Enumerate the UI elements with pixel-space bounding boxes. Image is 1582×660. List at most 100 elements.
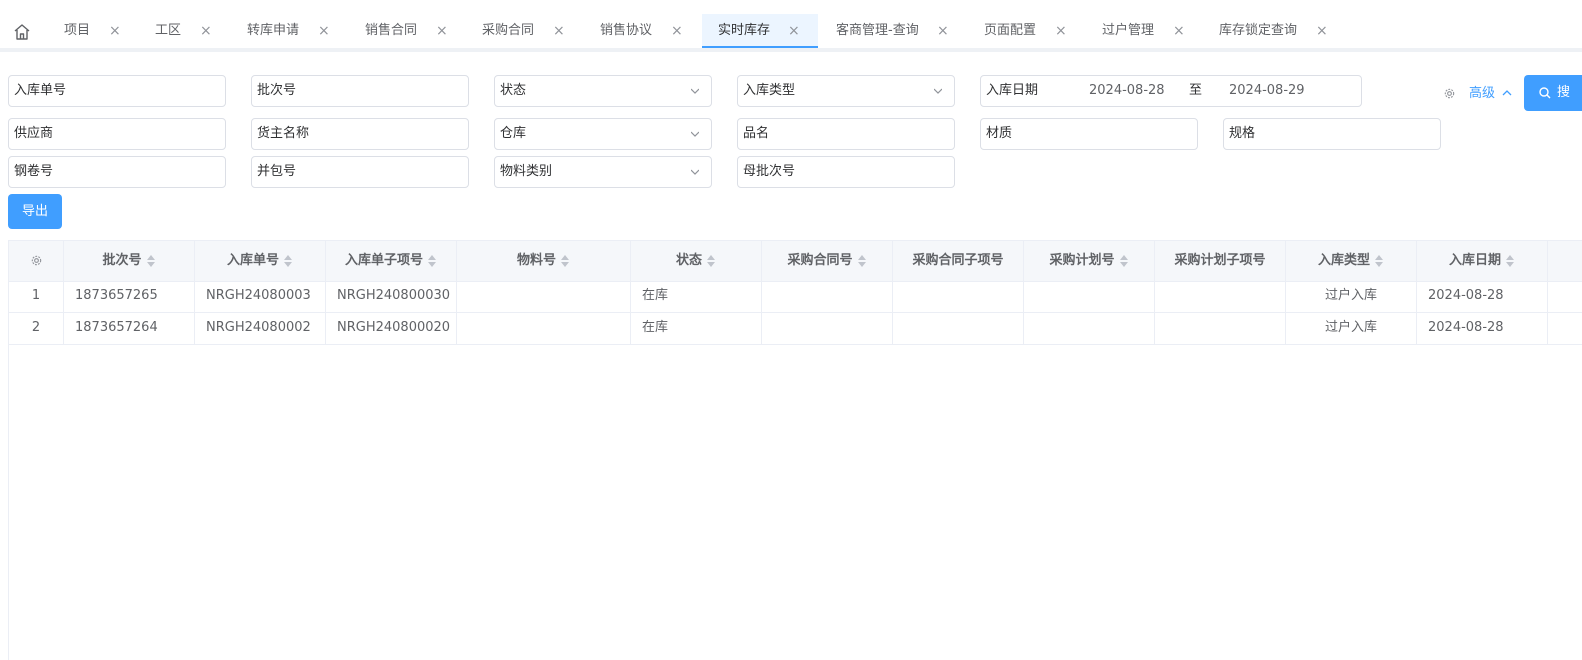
column-header-purchase-plan-no[interactable]: 采购计划号 [1024, 241, 1155, 281]
tab-page-config[interactable]: 页面配置 × [984, 14, 1067, 48]
column-header-purchase-contract-item[interactable]: 采购合同子项号 [893, 241, 1024, 281]
column-header-inbound-date[interactable]: 入库日期 [1417, 241, 1548, 281]
export-button[interactable]: 导出 [8, 194, 62, 229]
tab-bar: 项目 × 工区 × 转库申请 × 销售合同 × 采购合同 × 销售协议 × 实时库存 × 客商… [0, 14, 1582, 52]
cell-purchase-contract-item [893, 280, 1024, 312]
inbound-date-range[interactable]: 入库日期 2024-08-28 至 2024-08-29 [980, 75, 1362, 107]
owner-name-input[interactable]: 货主名称 [251, 118, 469, 150]
sort-icon[interactable] [560, 253, 570, 269]
inventory-table: 批次号 入库单号 入库单子项号 物料号 状态 采购合同号 采购合同子项号 采购计… [8, 240, 1582, 660]
batch-no-input[interactable]: 批次号 [251, 75, 469, 107]
parent-batch-no-placeholder: 母批次号 [743, 164, 796, 179]
close-icon[interactable]: × [200, 14, 212, 48]
close-icon[interactable]: × [1055, 14, 1067, 48]
inbound-no-placeholder: 入库单号 [14, 83, 67, 98]
cell-inbound-item: NRGH240800030 [326, 280, 457, 312]
column-header-purchase-contract-no[interactable]: 采购合同号 [762, 241, 893, 281]
table-row[interactable]: 1 1873657265 NRGH24080003 NRGH240800030 … [9, 280, 1582, 313]
column-header-inbound-type[interactable]: 入库类型 [1286, 241, 1417, 281]
close-icon[interactable]: × [937, 14, 949, 48]
cell-status: 在库 [631, 280, 762, 312]
supplier-placeholder: 供应商 [14, 126, 54, 141]
spec-input[interactable]: 规格 [1223, 118, 1441, 150]
column-label: 状态 [675, 253, 702, 268]
inbound-no-input[interactable]: 入库单号 [8, 75, 226, 107]
search-label: 搜 [1557, 85, 1571, 100]
home-icon[interactable] [13, 23, 31, 41]
product-name-input[interactable]: 品名 [737, 118, 955, 150]
sort-icon[interactable] [146, 253, 156, 269]
close-icon[interactable]: × [788, 14, 800, 48]
tab-label: 项目 [64, 23, 91, 38]
close-icon[interactable]: × [553, 14, 565, 48]
close-icon[interactable]: × [436, 14, 448, 48]
warehouse-select[interactable]: 仓库 [494, 118, 712, 150]
cell-inbound-no: NRGH24080002 [195, 312, 326, 344]
date-from-input[interactable]: 2024-08-28 [1089, 76, 1165, 106]
column-label: 批次号 [102, 253, 142, 268]
column-header-batch-no[interactable]: 批次号 [64, 241, 195, 281]
tab-customer-query[interactable]: 客商管理-查询 × [836, 14, 949, 48]
column-label: 采购合同子项号 [912, 253, 1004, 268]
sort-icon[interactable] [706, 253, 716, 269]
tab-inventory-lock-query[interactable]: 库存锁定查询 × [1219, 14, 1328, 48]
tab-label: 库存锁定查询 [1219, 23, 1298, 38]
tab-label: 页面配置 [984, 23, 1037, 38]
cell-purchase-plan-no [1024, 280, 1155, 312]
sort-icon[interactable] [1119, 253, 1129, 269]
chevron-up-icon [1502, 90, 1512, 96]
cell-purchase-contract-no [762, 280, 893, 312]
date-to-input[interactable]: 2024-08-29 [1229, 76, 1305, 106]
tab-transfer-management[interactable]: 过户管理 × [1102, 14, 1185, 48]
bundle-no-input[interactable]: 并包号 [251, 156, 469, 188]
advanced-toggle[interactable]: 高级 [1469, 85, 1512, 103]
row-index: 2 [9, 312, 64, 344]
column-header-material-no[interactable]: 物料号 [457, 241, 631, 281]
sort-icon[interactable] [1374, 253, 1384, 269]
sort-icon[interactable] [857, 253, 867, 269]
sort-icon[interactable] [427, 253, 437, 269]
tab-work-area[interactable]: 工区 × [155, 14, 212, 48]
column-header-status[interactable]: 状态 [631, 241, 762, 281]
close-icon[interactable]: × [1173, 14, 1185, 48]
tab-project[interactable]: 项目 × [64, 14, 121, 48]
top-strip [0, 0, 1582, 15]
owner-name-placeholder: 货主名称 [257, 126, 310, 141]
tab-realtime-inventory[interactable]: 实时库存 × [702, 14, 818, 48]
table-row[interactable]: 2 1873657264 NRGH24080002 NRGH240800020 … [9, 312, 1582, 345]
batch-no-placeholder: 批次号 [257, 83, 297, 98]
tab-label: 过户管理 [1102, 23, 1155, 38]
coil-no-input[interactable]: 钢卷号 [8, 156, 226, 188]
tab-label: 采购合同 [482, 23, 535, 38]
column-label: 采购计划子项号 [1174, 253, 1266, 268]
column-header-inbound-no[interactable]: 入库单号 [195, 241, 326, 281]
gear-icon[interactable] [30, 254, 43, 267]
tab-purchase-contract[interactable]: 采购合同 × [482, 14, 565, 48]
close-icon[interactable]: × [109, 14, 121, 48]
column-label: 入库类型 [1317, 253, 1370, 268]
inbound-type-placeholder: 入库类型 [743, 83, 796, 98]
material-category-select[interactable]: 物料类别 [494, 156, 712, 188]
inbound-type-select[interactable]: 入库类型 [737, 75, 955, 107]
search-button[interactable]: 搜 [1524, 75, 1582, 111]
sort-icon[interactable] [283, 253, 293, 269]
close-icon[interactable]: × [318, 14, 330, 48]
column-header-inbound-item[interactable]: 入库单子项号 [326, 241, 457, 281]
sort-icon[interactable] [1505, 253, 1515, 269]
tab-sales-contract[interactable]: 销售合同 × [365, 14, 448, 48]
cell-purchase-contract-no [762, 312, 893, 344]
chevron-down-icon [691, 169, 699, 175]
column-settings-cell[interactable] [9, 241, 64, 281]
parent-batch-no-input[interactable]: 母批次号 [737, 156, 955, 188]
close-icon[interactable]: × [671, 14, 683, 48]
tab-sales-agreement[interactable]: 销售协议 × [600, 14, 683, 48]
status-select[interactable]: 状态 [494, 75, 712, 107]
column-label: 入库单子项号 [344, 253, 423, 268]
material-input[interactable]: 材质 [980, 118, 1198, 150]
tab-transfer-request[interactable]: 转库申请 × [247, 14, 330, 48]
spec-placeholder: 规格 [1229, 126, 1256, 141]
close-icon[interactable]: × [1316, 14, 1328, 48]
gear-icon[interactable] [1443, 87, 1456, 100]
supplier-input[interactable]: 供应商 [8, 118, 226, 150]
column-header-purchase-plan-item[interactable]: 采购计划子项号 [1155, 241, 1286, 281]
